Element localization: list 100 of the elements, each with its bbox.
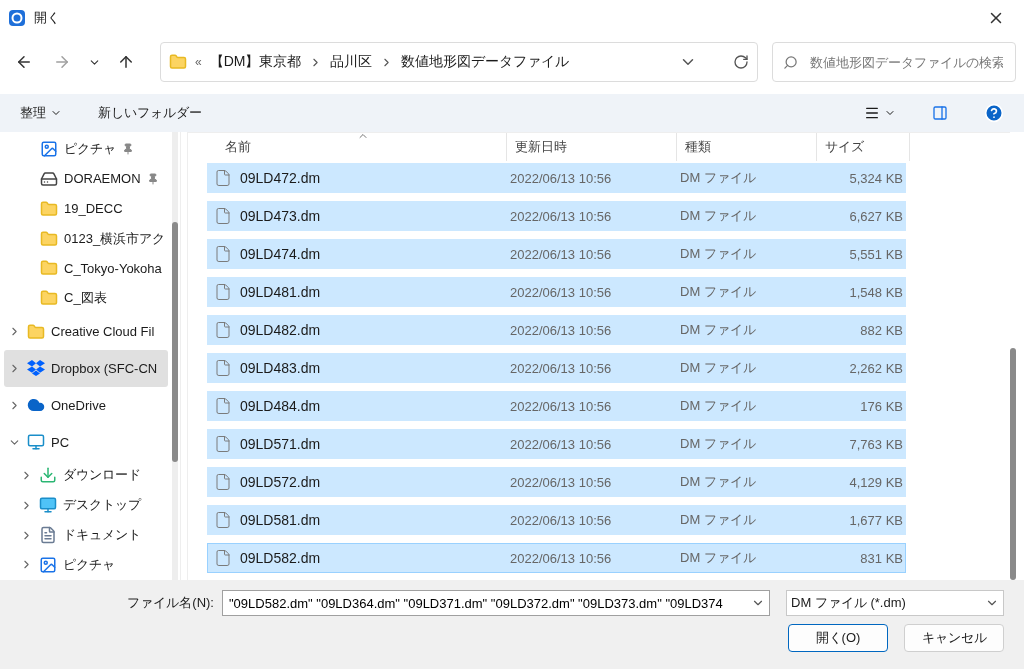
modified-date: 2022/06/13 10:56 — [509, 208, 613, 224]
file-icon — [214, 169, 232, 187]
file-icon — [214, 435, 232, 453]
sidebar-item[interactable]: Creative Cloud Fil — [4, 313, 168, 350]
file-icon — [214, 511, 232, 529]
sidebar-item[interactable]: DORAEMON — [4, 163, 168, 194]
file-size: 1,677 KB — [848, 512, 904, 528]
file-type: DM ファイル — [679, 549, 757, 567]
column-header[interactable]: 種類 — [677, 133, 817, 161]
file-row[interactable]: 09LD572.dm 2022/06/13 10:56 DM ファイル 4,129 KB — [207, 467, 906, 497]
modified-date: 2022/06/13 10:56 — [509, 170, 613, 186]
file-row[interactable]: 09LD473.dm 2022/06/13 10:56 DM ファイル 6,627 KB — [207, 201, 906, 231]
file-row[interactable]: 09LD481.dm 2022/06/13 10:56 DM ファイル 1,548 KB — [207, 277, 906, 307]
open-button[interactable]: 開く(O) — [788, 624, 888, 652]
file-type: DM ファイル — [679, 321, 757, 339]
sidebar-item[interactable]: 19_DECC — [4, 193, 168, 224]
column-header[interactable]: 更新日時 — [507, 133, 677, 161]
breadcrumb-segment[interactable]: 【DM】東京都 — [209, 53, 302, 71]
file-row[interactable]: 09LD472.dm 2022/06/13 10:56 DM ファイル 5,324 KB — [207, 163, 906, 193]
sidebar-item[interactable]: PC — [4, 423, 168, 461]
file-row[interactable]: 09LD571.dm 2022/06/13 10:56 DM ファイル 7,763 KB — [207, 429, 906, 459]
monitor-icon — [27, 433, 45, 452]
file-size: 7,763 KB — [848, 436, 904, 452]
file-name: 09LD582.dm — [240, 550, 321, 566]
file-size: 6,627 KB — [848, 208, 904, 224]
file-type: DM ファイル — [679, 435, 757, 453]
file-row[interactable]: 09LD581.dm 2022/06/13 10:56 DM ファイル 1,677 KB — [207, 505, 906, 535]
search-icon — [783, 54, 798, 70]
file-name: 09LD572.dm — [240, 474, 321, 490]
sidebar-item[interactable]: ピクチャ — [4, 550, 168, 580]
file-name: 09LD473.dm — [240, 208, 321, 224]
breadcrumb-segment[interactable]: 品川区 — [330, 53, 373, 71]
file-row[interactable]: 09LD484.dm 2022/06/13 10:56 DM ファイル 176 KB — [207, 391, 906, 421]
folder-icon — [40, 259, 58, 278]
folder-icon — [40, 199, 58, 218]
modified-date: 2022/06/13 10:56 — [509, 398, 613, 414]
folder-icon — [40, 289, 58, 308]
file-size: 5,551 KB — [848, 246, 904, 262]
sidebar-item[interactable]: ドキュメント — [4, 520, 168, 551]
folder-icon — [27, 322, 45, 341]
file-size: 1,548 KB — [848, 284, 904, 300]
file-name: 09LD483.dm — [240, 360, 321, 376]
file-type: DM ファイル — [679, 511, 757, 529]
file-size: 176 KB — [859, 398, 904, 414]
sidebar-item[interactable]: ピクチャ — [4, 134, 168, 164]
file-row[interactable]: 09LD582.dm 2022/06/13 10:56 DM ファイル 831 KB — [207, 543, 906, 573]
sidebar-item[interactable]: デスクトップ — [4, 490, 168, 521]
file-icon — [214, 207, 232, 225]
file-type: DM ファイル — [679, 283, 757, 301]
modified-date: 2022/06/13 10:56 — [509, 246, 613, 262]
file-name: 09LD571.dm — [240, 436, 321, 452]
file-type: DM ファイル — [679, 397, 757, 415]
breadcrumb-segment[interactable]: 数値地形図データファイル — [401, 53, 570, 71]
address-bar[interactable]: « 【DM】東京都 品川区 数値地形図データファイル — [160, 42, 758, 82]
sidebar-item[interactable]: 0123_横浜市アク — [4, 223, 168, 254]
list-view-icon — [864, 105, 880, 121]
cancel-button[interactable]: キャンセル — [904, 624, 1004, 652]
overflow-indicator[interactable]: « — [195, 55, 202, 69]
file-icon — [214, 359, 232, 377]
dropbox-icon — [27, 360, 45, 377]
filename-input[interactable]: "09LD582.dm" "09LD364.dm" "09LD371.dm" "09LD372.dm" "09LD373.dm" "09LD374 — [227, 594, 751, 612]
file-size: 5,324 KB — [848, 170, 904, 186]
right-arrow-icon — [53, 53, 71, 71]
refresh-icon[interactable] — [733, 54, 749, 70]
organize-button[interactable]: 整理 — [12, 100, 70, 126]
filename-label: ファイル名(N): — [127, 594, 214, 612]
modified-date: 2022/06/13 10:56 — [509, 322, 613, 338]
file-type-dropdown[interactable]: DM ファイル (*.dm) — [786, 590, 1004, 616]
file-name: 09LD472.dm — [240, 170, 321, 186]
file-size: 4,129 KB — [848, 474, 904, 490]
app-icon — [8, 9, 26, 27]
file-type: DM ファイル — [679, 245, 757, 263]
file-type: DM ファイル — [679, 473, 757, 491]
file-name: 09LD581.dm — [240, 512, 321, 528]
file-type: DM ファイル — [679, 207, 757, 225]
file-row[interactable]: 09LD482.dm 2022/06/13 10:56 DM ファイル 882 KB — [207, 315, 906, 345]
file-size: 2,262 KB — [848, 360, 904, 376]
document-icon — [39, 526, 57, 545]
help-icon — [984, 103, 1004, 123]
file-icon — [214, 283, 232, 301]
file-name: 09LD482.dm — [240, 322, 321, 338]
column-header[interactable]: 名前 — [207, 133, 507, 161]
sidebar-item[interactable]: C_図表 — [4, 283, 168, 314]
scrollbar[interactable] — [172, 132, 178, 580]
file-row[interactable]: 09LD474.dm 2022/06/13 10:56 DM ファイル 5,551 KB — [207, 239, 906, 269]
file-row[interactable]: 09LD483.dm 2022/06/13 10:56 DM ファイル 2,262 KB — [207, 353, 906, 383]
file-name: 09LD481.dm — [240, 284, 321, 300]
sidebar-item[interactable]: ダウンロード — [4, 460, 168, 491]
sidebar-item[interactable]: C_Tokyo-Yokoha — [4, 253, 168, 284]
sidebar-item[interactable]: Dropbox (SFC-CN — [4, 350, 168, 387]
file-type: DM ファイル — [679, 359, 757, 377]
new-folder-button[interactable]: 新しいフォルダー — [90, 100, 210, 126]
filename-field[interactable]: "09LD582.dm" "09LD364.dm" "09LD371.dm" "09LD372.dm" "09LD373.dm" "09LD374 — [222, 590, 770, 616]
file-icon — [214, 321, 232, 339]
column-header[interactable]: サイズ — [817, 133, 910, 161]
modified-date: 2022/06/13 10:56 — [509, 550, 613, 566]
sidebar-item[interactable]: OneDrive — [4, 386, 168, 424]
folder-icon — [40, 229, 58, 248]
download-icon — [39, 466, 57, 485]
desktop-icon — [39, 496, 57, 515]
